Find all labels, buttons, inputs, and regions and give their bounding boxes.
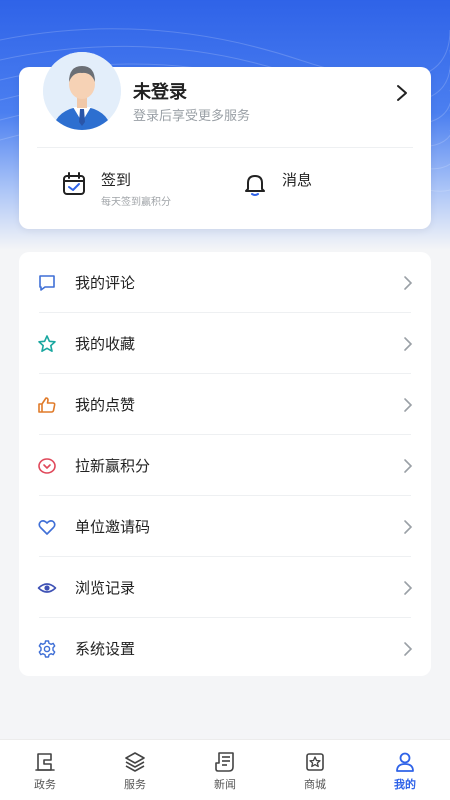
tab-label: 服务 bbox=[124, 778, 146, 791]
checkin-subtitle: 每天签到赢积分 bbox=[101, 197, 171, 208]
menu-item-favorites[interactable]: 我的收藏 bbox=[19, 313, 431, 374]
star-icon bbox=[38, 335, 56, 352]
menu-item-label: 拉新赢积分 bbox=[75, 457, 151, 475]
tab-news[interactable]: 新闻 bbox=[180, 740, 270, 800]
tab-label: 新闻 bbox=[214, 778, 236, 791]
tab-store[interactable]: 商城 bbox=[270, 740, 360, 800]
tab-label: 我的 bbox=[394, 778, 416, 791]
menu-item-label: 单位邀请码 bbox=[75, 518, 151, 536]
tab-label: 商城 bbox=[304, 778, 326, 791]
store-icon bbox=[306, 753, 324, 771]
chevron-right-icon bbox=[404, 520, 413, 534]
tab-mine[interactable]: 我的 bbox=[360, 740, 450, 800]
tab-government[interactable]: 政务 bbox=[0, 740, 90, 800]
chevron-right-icon bbox=[404, 337, 413, 351]
settings-gear-icon bbox=[38, 640, 56, 658]
menu-item-history[interactable]: 浏览记录 bbox=[19, 557, 431, 618]
menu-item-invitation-code[interactable]: 单位邀请码 bbox=[19, 496, 431, 557]
government-icon bbox=[35, 753, 55, 771]
chevron-right-icon bbox=[404, 276, 413, 290]
comment-icon bbox=[39, 275, 55, 291]
messages-title: 消息 bbox=[282, 171, 313, 189]
chevron-right-icon bbox=[404, 581, 413, 595]
menu-list: 我的评论 我的收藏 我的点赞 拉新赢积分 单位邀请码 浏览记录 系统设置 bbox=[19, 252, 431, 676]
divider bbox=[37, 147, 413, 148]
username-label[interactable]: 未登录 bbox=[133, 78, 187, 104]
profile-card: 未登录 登录后享受更多服务 签到 每天签到赢积分 消息 bbox=[19, 52, 431, 229]
chevron-right-icon bbox=[404, 398, 413, 412]
checkin-button[interactable]: 签到 每天签到赢积分 bbox=[61, 163, 221, 213]
menu-item-invite-rewards[interactable]: 拉新赢积分 bbox=[19, 435, 431, 496]
login-hint-text: 登录后享受更多服务 bbox=[133, 109, 251, 124]
chevron-right-icon[interactable] bbox=[395, 83, 409, 103]
menu-item-settings[interactable]: 系统设置 bbox=[19, 618, 431, 679]
chevron-right-icon bbox=[404, 459, 413, 473]
heart-icon bbox=[38, 520, 56, 535]
thumbs-up-icon bbox=[38, 397, 56, 413]
calendar-check-icon bbox=[63, 172, 85, 195]
messages-button[interactable]: 消息 bbox=[242, 163, 382, 213]
user-icon bbox=[396, 752, 414, 772]
tab-services[interactable]: 服务 bbox=[90, 740, 180, 800]
bell-icon bbox=[245, 175, 265, 196]
menu-item-label: 系统设置 bbox=[75, 640, 136, 658]
menu-item-label: 我的点赞 bbox=[75, 396, 136, 414]
menu-item-label: 我的评论 bbox=[75, 274, 136, 292]
reward-icon bbox=[38, 458, 56, 474]
chevron-right-icon bbox=[404, 642, 413, 656]
news-icon bbox=[215, 752, 234, 772]
default-avatar-icon bbox=[43, 52, 121, 130]
menu-item-label: 浏览记录 bbox=[75, 579, 136, 597]
menu-item-comments[interactable]: 我的评论 bbox=[19, 252, 431, 313]
tab-label: 政务 bbox=[34, 778, 56, 791]
menu-item-likes[interactable]: 我的点赞 bbox=[19, 374, 431, 435]
avatar[interactable] bbox=[43, 52, 121, 130]
eye-icon bbox=[37, 583, 57, 593]
menu-item-label: 我的收藏 bbox=[75, 335, 136, 353]
layers-icon bbox=[125, 752, 145, 772]
checkin-title: 签到 bbox=[101, 171, 132, 189]
bottom-tab-bar: 政务 服务 新闻 商城 我的 bbox=[0, 739, 450, 800]
